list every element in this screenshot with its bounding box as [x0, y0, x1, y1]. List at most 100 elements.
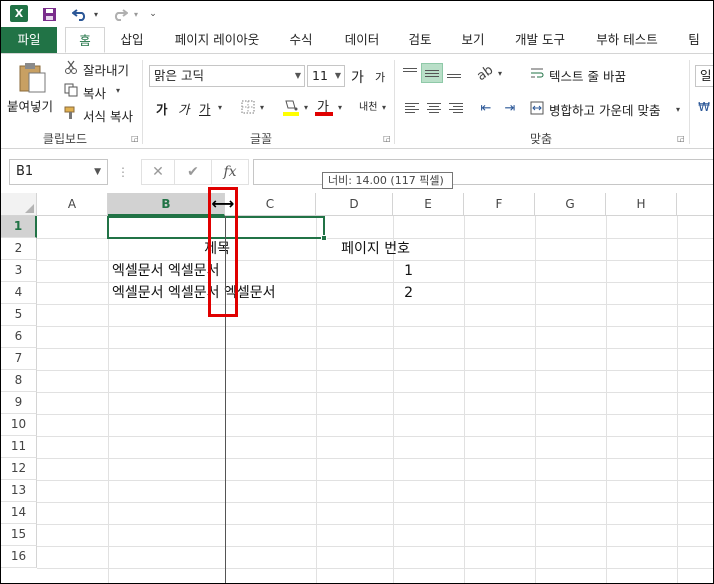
gridline-h — [37, 436, 713, 437]
wrap-text-icon[interactable] — [529, 65, 545, 81]
gridline-h — [37, 348, 713, 349]
column-header-g[interactable]: G — [535, 193, 606, 216]
merge-dropdown-icon[interactable]: ▾ — [673, 101, 683, 117]
column-header-d[interactable]: D — [316, 193, 393, 216]
cut-button[interactable]: 잘라내기 — [83, 60, 129, 79]
fill-handle[interactable] — [321, 235, 327, 241]
insert-function-icon[interactable]: fx — [211, 159, 249, 185]
select-all-corner[interactable] — [1, 193, 37, 216]
row-header-16[interactable]: 16 — [1, 546, 37, 568]
align-center-icon[interactable] — [423, 98, 445, 118]
font-size-combo[interactable]: 11 ▼ — [307, 65, 345, 87]
font-launcher-icon[interactable]: ◲ — [383, 134, 391, 143]
align-left-icon[interactable] — [401, 98, 423, 118]
decrease-indent-icon[interactable]: ⇤ — [475, 98, 497, 118]
underline-button[interactable]: 가 — [199, 99, 211, 118]
fill-color-dropdown-icon[interactable]: ▾ — [301, 99, 311, 115]
align-bottom-icon[interactable] — [443, 63, 465, 83]
tab-developer[interactable]: 개발 도구 — [503, 27, 577, 53]
increase-indent-icon[interactable]: ⇥ — [499, 98, 521, 118]
grow-font-button[interactable]: 가 — [351, 67, 364, 87]
save-icon[interactable] — [39, 4, 59, 24]
row-header-12[interactable]: 12 — [1, 458, 37, 480]
font-name-combo[interactable]: 맑은 고딕 ▼ — [149, 65, 305, 87]
redo-dropdown-icon[interactable]: ▾ — [131, 4, 141, 24]
column-header-f[interactable]: F — [464, 193, 535, 216]
tab-page-layout[interactable]: 페이지 레이아웃 — [165, 27, 269, 53]
cell-d3[interactable]: 1 — [316, 260, 413, 282]
underline-dropdown-icon[interactable]: ▾ — [215, 99, 225, 115]
undo-icon[interactable] — [69, 4, 91, 24]
copy-dropdown-icon[interactable]: ▾ — [113, 83, 123, 97]
column-header-c[interactable]: C — [225, 193, 316, 216]
row-header-13[interactable]: 13 — [1, 480, 37, 502]
phonetic-button[interactable]: 내천 — [359, 98, 377, 113]
column-header-a[interactable]: A — [37, 193, 108, 216]
format-painter-button[interactable]: 서식 복사 — [83, 106, 133, 125]
redo-icon[interactable] — [109, 4, 131, 24]
paste-button[interactable]: 붙여넣기 — [7, 96, 53, 115]
row-header-15[interactable]: 15 — [1, 524, 37, 546]
customize-qat-icon[interactable]: ⌄ — [147, 4, 159, 24]
excel-icon: X — [10, 5, 28, 22]
merge-center-icon[interactable] — [529, 100, 545, 116]
row-header-11[interactable]: 11 — [1, 436, 37, 458]
border-dropdown-icon[interactable]: ▾ — [257, 99, 267, 115]
row-header-2[interactable]: 2 — [1, 238, 37, 260]
cancel-icon[interactable]: ✕ — [141, 159, 175, 185]
tab-data[interactable]: 데이터 — [335, 27, 389, 53]
number-format-combo[interactable]: 일 — [695, 65, 713, 87]
border-icon[interactable] — [239, 98, 257, 116]
quick-access-toolbar: X ▾ ▾ ⌄ — [1, 1, 713, 27]
tab-review[interactable]: 검토 — [399, 27, 441, 53]
copy-button[interactable]: 복사 — [83, 83, 106, 102]
enter-icon[interactable]: ✔ — [175, 159, 211, 185]
row-header-1[interactable]: 1 — [1, 216, 37, 238]
clipboard-launcher-icon[interactable]: ◲ — [131, 134, 139, 143]
row-header-3[interactable]: 3 — [1, 260, 37, 282]
row-header-4[interactable]: 4 — [1, 282, 37, 304]
paste-icon[interactable] — [15, 60, 49, 94]
group-separator — [142, 60, 143, 144]
phonetic-dropdown-icon[interactable]: ▾ — [379, 99, 389, 115]
fill-color-icon[interactable] — [281, 96, 301, 118]
row-header-9[interactable]: 9 — [1, 392, 37, 414]
row-header-10[interactable]: 10 — [1, 414, 37, 436]
cut-icon[interactable] — [63, 59, 79, 75]
tab-formulas[interactable]: 수식 — [281, 27, 321, 53]
column-header-e[interactable]: E — [393, 193, 464, 216]
tab-team[interactable]: 팀 — [679, 27, 709, 53]
row-header-14[interactable]: 14 — [1, 502, 37, 524]
tab-view[interactable]: 보기 — [453, 27, 493, 53]
bold-button[interactable]: 가 — [156, 99, 168, 118]
font-color-dropdown-icon[interactable]: ▾ — [335, 99, 345, 115]
row-header-7[interactable]: 7 — [1, 348, 37, 370]
row-header-5[interactable]: 5 — [1, 304, 37, 326]
tab-load-test[interactable]: 부하 테스트 — [587, 27, 667, 53]
undo-dropdown-icon[interactable]: ▾ — [91, 4, 101, 24]
italic-button[interactable]: 가 — [178, 99, 190, 118]
tab-insert[interactable]: 삽입 — [111, 27, 153, 53]
copy-icon[interactable] — [63, 82, 79, 98]
cell-d2[interactable]: 페이지 번호 — [316, 238, 410, 260]
merge-center-button[interactable]: 병합하고 가운데 맞춤 — [549, 100, 660, 119]
row-header-6[interactable]: 6 — [1, 326, 37, 348]
align-middle-icon[interactable] — [421, 63, 443, 83]
gridline-h — [37, 414, 713, 415]
column-header-h[interactable]: H — [606, 193, 677, 216]
align-top-icon[interactable] — [399, 63, 421, 83]
tab-file[interactable]: 파일 — [1, 27, 57, 53]
name-box[interactable]: B1 ▼ — [9, 159, 108, 185]
alignment-launcher-icon[interactable]: ◲ — [677, 134, 685, 143]
column-header-partial[interactable] — [677, 193, 713, 216]
alignment-group-label: 맞춤 — [529, 132, 553, 146]
wrap-text-button[interactable]: 텍스트 줄 바꿈 — [549, 66, 626, 85]
tab-home[interactable]: 홈 — [65, 27, 105, 53]
shrink-font-button[interactable]: 가 — [375, 69, 385, 85]
orientation-dropdown-icon[interactable]: ▾ — [495, 65, 505, 81]
row-header-8[interactable]: 8 — [1, 370, 37, 392]
format-painter-icon[interactable] — [63, 105, 79, 121]
cell-d4[interactable]: 2 — [316, 282, 413, 304]
align-right-icon[interactable] — [445, 98, 467, 118]
currency-format-icon[interactable]: ₩ — [695, 98, 713, 116]
